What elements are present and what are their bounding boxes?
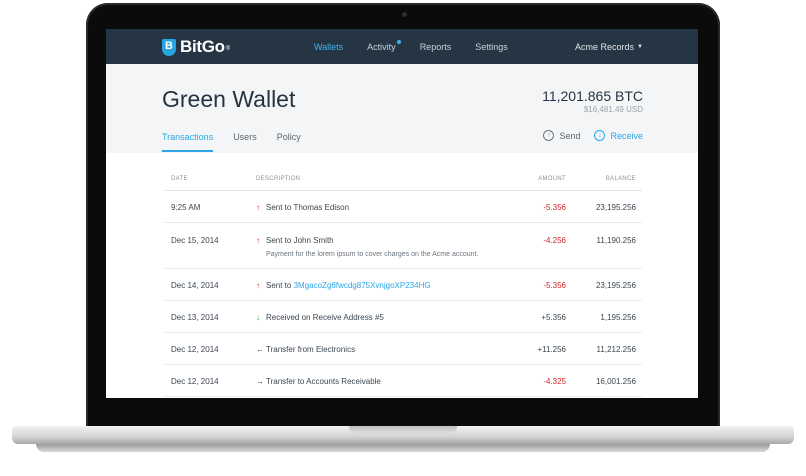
row-amount: +5.356	[541, 313, 566, 322]
row-amount: -5.356	[543, 203, 566, 212]
table-header: DATE DESCRIPTION AMOUNT BALANCE	[164, 168, 642, 191]
row-description: ← Transfer from Electronics	[256, 345, 355, 354]
row-balance: 23,195.256	[595, 281, 636, 290]
laptop-screen: B BitGo ® Wallets Activity Reports Setti…	[106, 29, 698, 398]
arrow-up-icon: ↑	[256, 281, 260, 290]
receive-button[interactable]: ↓ Receive	[594, 130, 643, 141]
wallet-actions: ↑ Send ↓ Receive	[529, 130, 643, 141]
row-prefix: Transfer to	[266, 377, 305, 386]
row-balance: 11,212.256	[596, 345, 636, 354]
nav-activity[interactable]: Activity	[367, 39, 401, 52]
brand-name: BitGo	[180, 37, 225, 56]
row-description: ↑ Sent to 3MgacoZg6fwcdg875XvnjgoXP234HG	[256, 281, 431, 290]
arrow-left-icon: ←	[256, 345, 264, 354]
top-nav: B BitGo ® Wallets Activity Reports Setti…	[106, 29, 698, 64]
arrow-up-circle-icon: ↑	[543, 130, 555, 141]
arrow-down-circle-icon: ↓	[594, 130, 606, 141]
nav-reports[interactable]: Reports	[420, 42, 452, 52]
laptop-base-notch	[349, 426, 457, 433]
send-button[interactable]: ↑ Send	[543, 130, 580, 141]
nav-links: Wallets Activity Reports Settings	[314, 29, 532, 64]
row-amount: -5.356	[543, 281, 566, 290]
row-balance: 11,190.256	[596, 236, 636, 245]
row-date: Dec 12, 2014	[171, 377, 219, 386]
row-balance: 16,001.256	[595, 377, 636, 386]
page-title: Green Wallet	[162, 86, 296, 112]
account-name: Acme Records	[575, 41, 635, 52]
table-row[interactable]: Dec 15, 2014 ↑ Sent to John Smith Payment…	[164, 223, 642, 269]
row-balance: 1,195.256	[600, 313, 636, 322]
send-label: Send	[559, 130, 581, 141]
column-description[interactable]: DESCRIPTION	[256, 176, 300, 182]
row-target: Receive Address #5	[312, 313, 384, 322]
row-balance: 23,195.256	[595, 203, 636, 212]
arrow-right-icon: →	[256, 377, 264, 386]
table-row[interactable]: 9:25 AM ↑ Sent to Thomas Edison -5.356 23…	[164, 191, 642, 223]
row-amount: -4.325	[543, 377, 566, 386]
column-amount[interactable]: AMOUNT	[538, 176, 566, 182]
table-row[interactable]: Dec 14, 2014 ↑ Sent to 3MgacoZg6fwcdg875X…	[164, 269, 642, 301]
arrow-up-icon: ↑	[256, 236, 260, 245]
balance-usd: $16,481.49 USD	[583, 105, 643, 114]
chevron-down-icon: ▼	[637, 43, 643, 50]
row-date: Dec 13, 2014	[171, 313, 219, 322]
row-prefix: Sent to	[266, 236, 292, 245]
wallet-header: Green Wallet 11,201.865 BTC $16,481.49 U…	[106, 64, 698, 153]
nav-settings[interactable]: Settings	[475, 42, 508, 52]
column-date[interactable]: DATE	[171, 176, 188, 182]
nav-wallets[interactable]: Wallets	[314, 42, 343, 52]
row-description: ↓ Received on Receive Address #5	[256, 313, 384, 322]
row-amount: -4.256	[543, 236, 566, 245]
arrow-down-icon: ↓	[256, 313, 260, 322]
balance-btc: 11,201.865 BTC	[542, 88, 643, 104]
row-prefix: Transfer from	[266, 345, 314, 354]
row-target: Thomas Edison	[293, 203, 350, 212]
receive-label: Receive	[610, 130, 643, 141]
row-description: → Transfer to Accounts Receivable	[256, 377, 381, 386]
column-balance[interactable]: BALANCE	[606, 176, 636, 182]
row-description: ↑ Sent to Thomas Edison	[256, 203, 349, 212]
arrow-up-icon: ↑	[256, 203, 260, 212]
account-menu[interactable]: Acme Records ▼	[575, 29, 643, 64]
row-target: John Smith	[293, 236, 334, 245]
tab-users[interactable]: Users	[233, 132, 257, 152]
nav-activity-label: Activity	[367, 41, 396, 52]
row-date: Dec 14, 2014	[171, 281, 219, 290]
row-prefix: Received on	[266, 313, 311, 322]
table-row[interactable]: Dec 13, 2014 ↓ Received on Receive Addres…	[164, 301, 642, 333]
row-prefix: Sent to	[266, 203, 292, 212]
notification-dot-icon	[396, 39, 401, 44]
tab-policy[interactable]: Policy	[277, 132, 301, 152]
row-date: 9:25 AM	[171, 203, 201, 212]
row-prefix: Sent to	[266, 281, 292, 290]
row-target: Accounts Receivable	[306, 377, 381, 386]
wallet-tabs: Transactions Users Policy	[162, 132, 321, 152]
table-row[interactable]: Dec 12, 2014 → Transfer to Accounts Recei…	[164, 365, 642, 397]
registered-mark: ®	[225, 46, 231, 52]
table-row[interactable]: Dec 12, 2014 ← Transfer from Electronics …	[164, 333, 642, 365]
row-description: ↑ Sent to John Smith Payment for the lore…	[256, 236, 478, 258]
bitgo-logo[interactable]: B BitGo ®	[162, 37, 230, 57]
row-memo: Payment for the lorem ipsum to cover cha…	[266, 251, 479, 258]
tab-transactions[interactable]: Transactions	[162, 132, 214, 152]
row-date: Dec 15, 2014	[171, 236, 219, 245]
row-address-link[interactable]: 3MgacoZg6fwcdg875XvnjgoXP234HG	[294, 281, 431, 290]
shield-icon: B	[162, 38, 176, 56]
row-amount: +11.256	[537, 345, 566, 354]
webcam	[402, 12, 407, 17]
table-row-partial[interactable]	[164, 397, 642, 398]
row-target: Electronics	[315, 345, 356, 354]
row-date: Dec 12, 2014	[171, 345, 219, 354]
transactions-table: DATE DESCRIPTION AMOUNT BALANCE 9:25 AM …	[164, 168, 642, 398]
laptop-base-foot	[36, 444, 770, 452]
